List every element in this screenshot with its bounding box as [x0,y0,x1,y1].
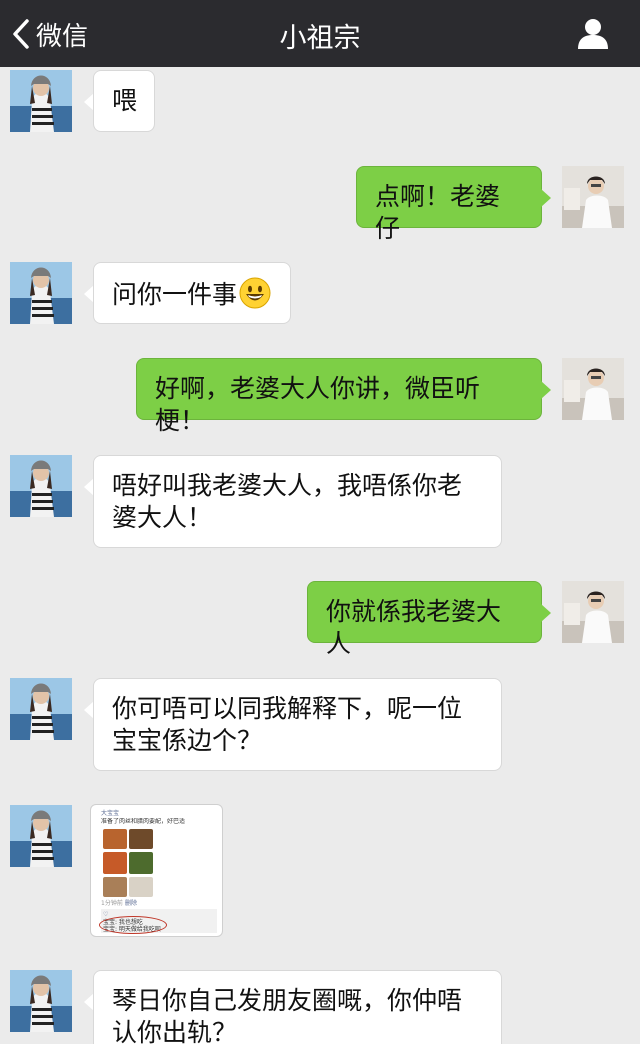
message-bubble[interactable]: 琴日你自己发朋友圈嘅，你仲唔认你出轨？ [93,970,502,1044]
image-message[interactable]: 大宝宝 准备了肉丝和腊肉要配，好巴适 1分钟前 删除 ♡ 宝宝: 我也想吃 宝宝… [90,804,223,937]
message-text: 你可唔可以同我解释下，呢一位宝宝係边个？ [112,694,463,755]
food-photo [129,877,153,897]
contact-avatar[interactable] [10,70,72,132]
message-text: 问你一件事 [112,280,238,309]
message-incoming-image: 大宝宝 准备了肉丝和腊肉要配，好巴适 1分钟前 删除 ♡ 宝宝: 我也想吃 宝宝… [0,802,640,942]
user-avatar[interactable] [562,166,624,228]
message-incoming: 你可唔可以同我解释下，呢一位宝宝係边个？ [0,675,640,775]
moments-poster-name: 大宝宝 [101,810,120,817]
user-avatar[interactable] [562,358,624,420]
highlight-circle [99,916,167,934]
food-photo [129,829,153,849]
contact-avatar[interactable] [10,970,72,1032]
food-photo [103,829,127,849]
moments-time: 1分钟前 [101,900,123,907]
food-photo [129,852,153,874]
message-incoming: 喂 [0,67,640,137]
message-outgoing: 点啊！老婆仔 [0,163,640,243]
contact-avatar[interactable] [10,455,72,517]
message-text: 好啊，老婆大人你讲，微臣听梗！ [155,374,481,435]
message-bubble[interactable]: 好啊，老婆大人你讲，微臣听梗！ [136,358,542,435]
message-text: 你就係我老婆大人 [326,597,502,658]
moments-delete: 删除 [125,900,138,907]
message-bubble[interactable]: 问你一件事 [93,262,291,324]
navigation-bar: 微信 小祖宗 [0,0,640,67]
message-bubble[interactable]: 你就係我老婆大人 [307,581,542,658]
back-button[interactable]: 微信 [12,14,88,54]
chat-title: 小祖宗 [279,23,361,54]
food-photo [103,877,127,897]
message-outgoing: 好啊，老婆大人你讲，微臣听梗！ [0,355,640,435]
message-bubble[interactable]: 你可唔可以同我解释下，呢一位宝宝係边个？ [93,678,502,771]
food-photo-grid [103,829,153,897]
message-text: 唔好叫我老婆大人，我唔係你老婆大人！ [112,471,463,532]
chat-message-list[interactable]: 喂 点啊！老婆仔 问你一件事 好啊，老婆大人你讲，微臣听梗！ 唔好叫我老婆大人，… [0,67,640,1044]
contact-info-button[interactable] [576,16,610,50]
message-incoming: 琴日你自己发朋友圈嘅，你仲唔认你出轨？ [0,967,640,1044]
bubble-tail [541,381,551,399]
message-text: 喂 [112,86,138,115]
bubble-tail [541,189,551,207]
message-bubble[interactable]: 唔好叫我老婆大人，我唔係你老婆大人！ [93,455,502,548]
message-incoming: 唔好叫我老婆大人，我唔係你老婆大人！ [0,452,640,552]
food-photo [103,852,127,874]
person-icon [578,19,608,49]
contact-avatar[interactable] [10,805,72,867]
message-text: 琴日你自己发朋友圈嘅，你仲唔认你出轨？ [112,986,463,1044]
message-bubble[interactable]: 点啊！老婆仔 [356,166,542,243]
moments-caption: 准备了肉丝和腊肉要配，好巴适 [101,818,186,825]
message-outgoing: 你就係我老婆大人 [0,578,640,658]
contact-avatar[interactable] [10,262,72,324]
contact-avatar[interactable] [10,678,72,740]
chevron-left-icon [13,19,29,49]
smiley-emoji-icon [239,277,271,309]
message-incoming: 问你一件事 [0,259,640,329]
back-label: 微信 [36,21,89,52]
bubble-tail [541,604,551,622]
message-bubble[interactable]: 喂 [93,70,155,132]
user-avatar[interactable] [562,581,624,643]
message-text: 点啊！老婆仔 [375,182,501,243]
